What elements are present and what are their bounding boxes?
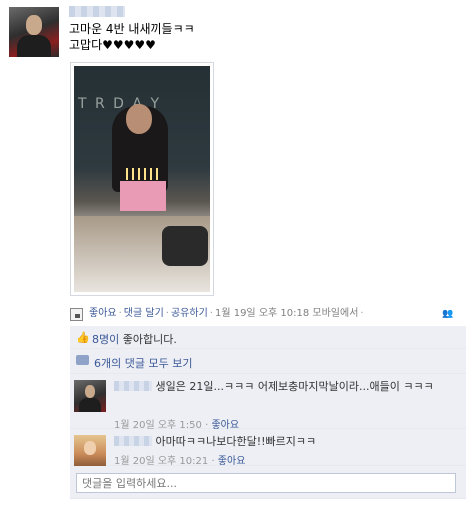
avatar-face: [26, 15, 42, 35]
likes-summary: 8명이 좋아합니다.: [92, 331, 177, 347]
post-message-line1: 고마운 4반 내새끼들ㅋㅋ: [69, 22, 195, 36]
thumbs-up-icon: 👍: [76, 331, 90, 344]
comment-bubble-icon: [76, 355, 89, 365]
comment-body: 아마따ㅋㅋ나보다한달!!빠르지ㅋㅋ: [114, 435, 454, 449]
post-photo-frame[interactable]: T R D A Y: [70, 62, 214, 296]
post-timestamp[interactable]: 1월 19일 오후 10:18: [215, 308, 309, 319]
write-comment-row: [70, 466, 466, 499]
comment-text: 생일은 21일...ㅋㅋㅋ 어제보충마지막날이라...애들이 ㅋㅋㅋ: [155, 380, 434, 393]
separator: ·: [118, 308, 122, 319]
post-author-avatar[interactable]: [9, 7, 59, 57]
comment-item: 아마따ㅋㅋ나보다한달!!빠르지ㅋㅋ 1월 20일 오후 10:21 · 좋아요: [70, 429, 466, 467]
comment-author-avatar[interactable]: [74, 380, 106, 412]
comment-meta: 1월 20일 오후 10:21 · 좋아요: [114, 456, 246, 467]
photo-clothes-pile: [162, 226, 208, 266]
photo-cake: [120, 181, 166, 211]
share-link[interactable]: 공유하기: [171, 308, 208, 319]
photo-person-head: [126, 104, 152, 134]
likes-count-link[interactable]: 8명이: [92, 333, 119, 346]
feedback-panel: 👍 8명이 좋아합니다. 6개의 댓글 모두 보기 생일은 21일...ㅋㅋㅋ …: [70, 326, 466, 499]
via-mobile-link[interactable]: 모바일에서: [312, 308, 358, 319]
post-message: 고마운 4반 내새끼들ㅋㅋ 고맙다♥♥♥♥♥: [69, 21, 195, 53]
likes-summary-row: 👍 8명이 좋아합니다.: [70, 326, 466, 349]
write-comment-input[interactable]: [76, 473, 456, 493]
separator: ·: [209, 308, 213, 319]
comment-author-name[interactable]: [114, 381, 152, 391]
separator: ·: [360, 308, 364, 319]
separator: ·: [165, 308, 169, 319]
comment-author-avatar[interactable]: [74, 435, 106, 467]
comment-link[interactable]: 댓글 달기: [124, 308, 164, 319]
post-message-line2: 고맙다♥♥♥♥♥: [69, 38, 156, 52]
friends-audience-icon[interactable]: 👥: [442, 309, 453, 319]
post-actions-bar: 좋아요 · 댓글 달기 · 공유하기 · 1월 19일 오후 10:18 모바일에서 ·: [69, 308, 366, 320]
avatar-body: [79, 398, 101, 412]
photo-candles: [126, 168, 158, 180]
comment-text: 아마따ㅋㅋ나보다한달!!빠르지ㅋㅋ: [155, 435, 317, 448]
post-author-name[interactable]: [69, 6, 125, 17]
comment-body: 생일은 21일...ㅋㅋㅋ 어제보충마지막날이라...애들이 ㅋㅋㅋ: [114, 380, 454, 394]
avatar-face: [84, 441, 96, 455]
view-all-comments-link[interactable]: 6개의 댓글 모두 보기: [94, 355, 192, 371]
like-link[interactable]: 좋아요: [89, 308, 117, 319]
avatar-body: [17, 35, 51, 57]
view-all-comments-row[interactable]: 6개의 댓글 모두 보기: [70, 349, 466, 374]
post-photo[interactable]: T R D A Y: [74, 66, 210, 292]
comment-author-name[interactable]: [114, 436, 152, 446]
comment-item: 생일은 21일...ㅋㅋㅋ 어제보충마지막날이라...애들이 ㅋㅋㅋ 1월 20…: [70, 374, 466, 431]
avatar-face: [85, 385, 95, 398]
likes-suffix: 좋아합니다.: [119, 333, 177, 346]
